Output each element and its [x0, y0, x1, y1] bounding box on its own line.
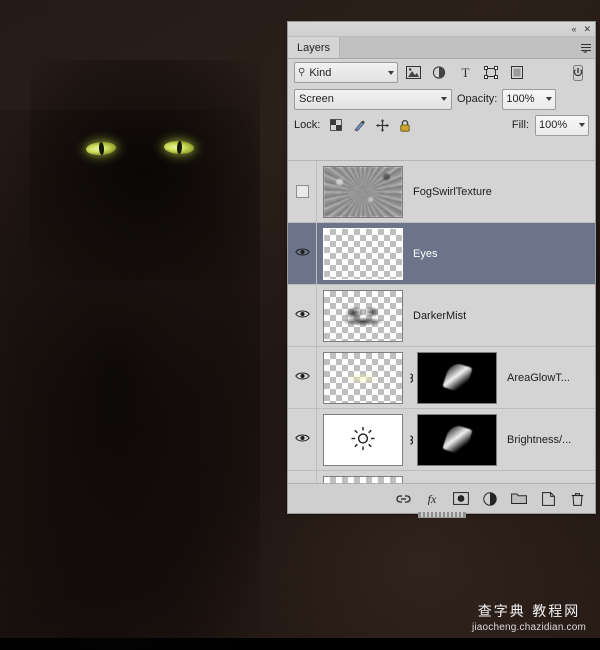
new-layer-button[interactable] — [540, 491, 556, 507]
fill-input[interactable]: 100% — [535, 114, 589, 136]
link-mask-icon[interactable] — [403, 371, 417, 385]
blend-mode-row: Screen Opacity: 100% — [288, 86, 595, 112]
layers-panel[interactable]: « ✕ Layers ⚲ Kind T Screen Opacity: 100%… — [287, 21, 596, 518]
filter-kind-label: Kind — [309, 66, 332, 79]
opacity-value: 100% — [506, 93, 535, 105]
filter-pixel-icon[interactable] — [402, 63, 424, 83]
new-group-button[interactable] — [511, 491, 527, 507]
chevron-down-icon[interactable] — [441, 97, 447, 101]
new-adjustment-layer-button[interactable] — [482, 491, 498, 507]
lock-label: Lock: — [294, 119, 321, 131]
panel-footer-toolbar: fx — [288, 483, 595, 513]
chevron-down-icon[interactable] — [579, 123, 585, 127]
add-layer-mask-button[interactable] — [453, 491, 469, 507]
link-layers-button[interactable] — [395, 491, 411, 507]
lock-image-pixels-icon[interactable] — [351, 117, 367, 133]
panel-menu-icon[interactable] — [577, 37, 595, 58]
mask-streak-art — [442, 422, 474, 456]
cat-head-silhouette — [30, 60, 260, 280]
layer-name[interactable]: AreaGlowT... — [507, 372, 570, 384]
table-row[interactable]: AreaGlow — [288, 471, 595, 483]
fill-label: Fill: — [511, 119, 529, 131]
layer-thumbnail[interactable] — [323, 289, 403, 342]
layer-thumbnail[interactable] — [323, 227, 403, 280]
magnifier-icon: ⚲ — [298, 67, 306, 78]
layer-visibility-toggle[interactable] — [288, 471, 317, 483]
layer-mask-thumbnail[interactable] — [417, 351, 497, 404]
panel-resize-grip[interactable] — [417, 512, 466, 518]
fill-value: 100% — [539, 119, 568, 131]
lock-position-icon[interactable] — [374, 117, 390, 133]
blend-mode-select[interactable]: Screen — [294, 88, 452, 110]
blend-mode-value: Screen — [299, 93, 334, 105]
lock-buttons — [328, 117, 413, 133]
watermark-chinese: 查字典 教程网 — [477, 604, 581, 620]
link-mask-icon[interactable] — [403, 433, 417, 447]
tab-layers[interactable]: Layers — [288, 37, 341, 58]
table-row[interactable]: AreaGlowT... — [288, 347, 595, 409]
svg-text:T: T — [461, 66, 469, 79]
filter-kind-select[interactable]: ⚲ Kind — [294, 62, 398, 83]
eyes-art — [324, 229, 402, 279]
chevron-down-icon[interactable] — [388, 70, 394, 75]
layer-name[interactable]: Brightness/... — [507, 434, 571, 446]
cat-left-eye — [73, 129, 129, 168]
watermark-url: jiaocheng.chazidian.com — [471, 621, 587, 633]
filter-smart-object-icon[interactable] — [506, 63, 528, 83]
opacity-label: Opacity: — [457, 93, 498, 105]
layer-thumbnail[interactable] — [323, 165, 403, 218]
filter-adjustment-icon[interactable] — [428, 63, 450, 83]
table-row[interactable]: DarkerMist — [288, 285, 595, 347]
eye-visible-icon[interactable] — [294, 309, 310, 322]
cat-right-eye — [152, 128, 206, 167]
layer-name[interactable]: Eyes — [413, 248, 437, 260]
close-panel-icon[interactable]: ✕ — [583, 24, 591, 34]
panel-tab-bar: Layers — [288, 37, 595, 59]
layer-visibility-toggle[interactable] — [288, 409, 317, 470]
fog-texture-art — [324, 166, 402, 217]
filter-power-switch-icon[interactable] — [567, 63, 589, 83]
eye-visible-icon[interactable] — [294, 433, 310, 446]
filter-shape-icon[interactable] — [480, 63, 502, 83]
layer-thumbnail[interactable] — [323, 475, 403, 483]
layer-mask-thumbnail[interactable] — [417, 413, 497, 466]
table-row[interactable]: Brightness/... — [288, 409, 595, 471]
layer-visibility-toggle[interactable] — [288, 347, 317, 408]
lock-transparent-pixels-icon[interactable] — [328, 117, 344, 133]
delete-layer-button[interactable] — [569, 491, 585, 507]
opacity-input[interactable]: 100% — [502, 88, 557, 110]
layer-thumbnail[interactable] — [323, 413, 403, 466]
svg-text:fx: fx — [428, 492, 437, 505]
area-glow-art — [345, 372, 379, 384]
layer-name[interactable]: FogSwirlTexture — [413, 186, 492, 198]
table-row[interactable]: FogSwirlTexture — [288, 161, 595, 223]
eye-visible-icon[interactable] — [294, 247, 310, 260]
table-row[interactable]: Eyes — [288, 223, 595, 285]
panel-titlebar: « ✕ — [288, 22, 595, 37]
layer-list[interactable]: FogSwirlTexture Eyes DarkerMist AreaGlow… — [288, 160, 595, 483]
layer-name[interactable]: DarkerMist — [413, 310, 466, 322]
layer-visibility-toggle[interactable] — [288, 285, 317, 346]
layer-style-button[interactable]: fx — [424, 491, 440, 507]
watermark: 查字典 教程网 jiaocheng.chazidian.com — [464, 604, 594, 634]
layer-visibility-toggle[interactable] — [288, 223, 317, 284]
brightness-contrast-icon — [350, 425, 376, 454]
eye-hidden-icon[interactable] — [295, 185, 309, 198]
tab-layers-label: Layers — [297, 41, 331, 54]
eye-visible-icon[interactable] — [294, 371, 310, 384]
filter-type-icon[interactable]: T — [454, 63, 476, 83]
chevron-down-icon[interactable] — [546, 97, 553, 101]
collapse-panel-icon[interactable]: « — [571, 24, 576, 34]
tab-bar-spacer — [340, 37, 577, 58]
layer-visibility-toggle[interactable] — [288, 161, 317, 222]
layer-thumbnail[interactable] — [323, 351, 403, 404]
layer-filter-row: ⚲ Kind T — [288, 59, 595, 86]
mask-streak-art — [442, 360, 474, 394]
lock-row: Lock: Fill: 100% — [288, 112, 595, 138]
darker-mist-art — [338, 301, 388, 330]
lock-all-icon[interactable] — [397, 117, 413, 133]
